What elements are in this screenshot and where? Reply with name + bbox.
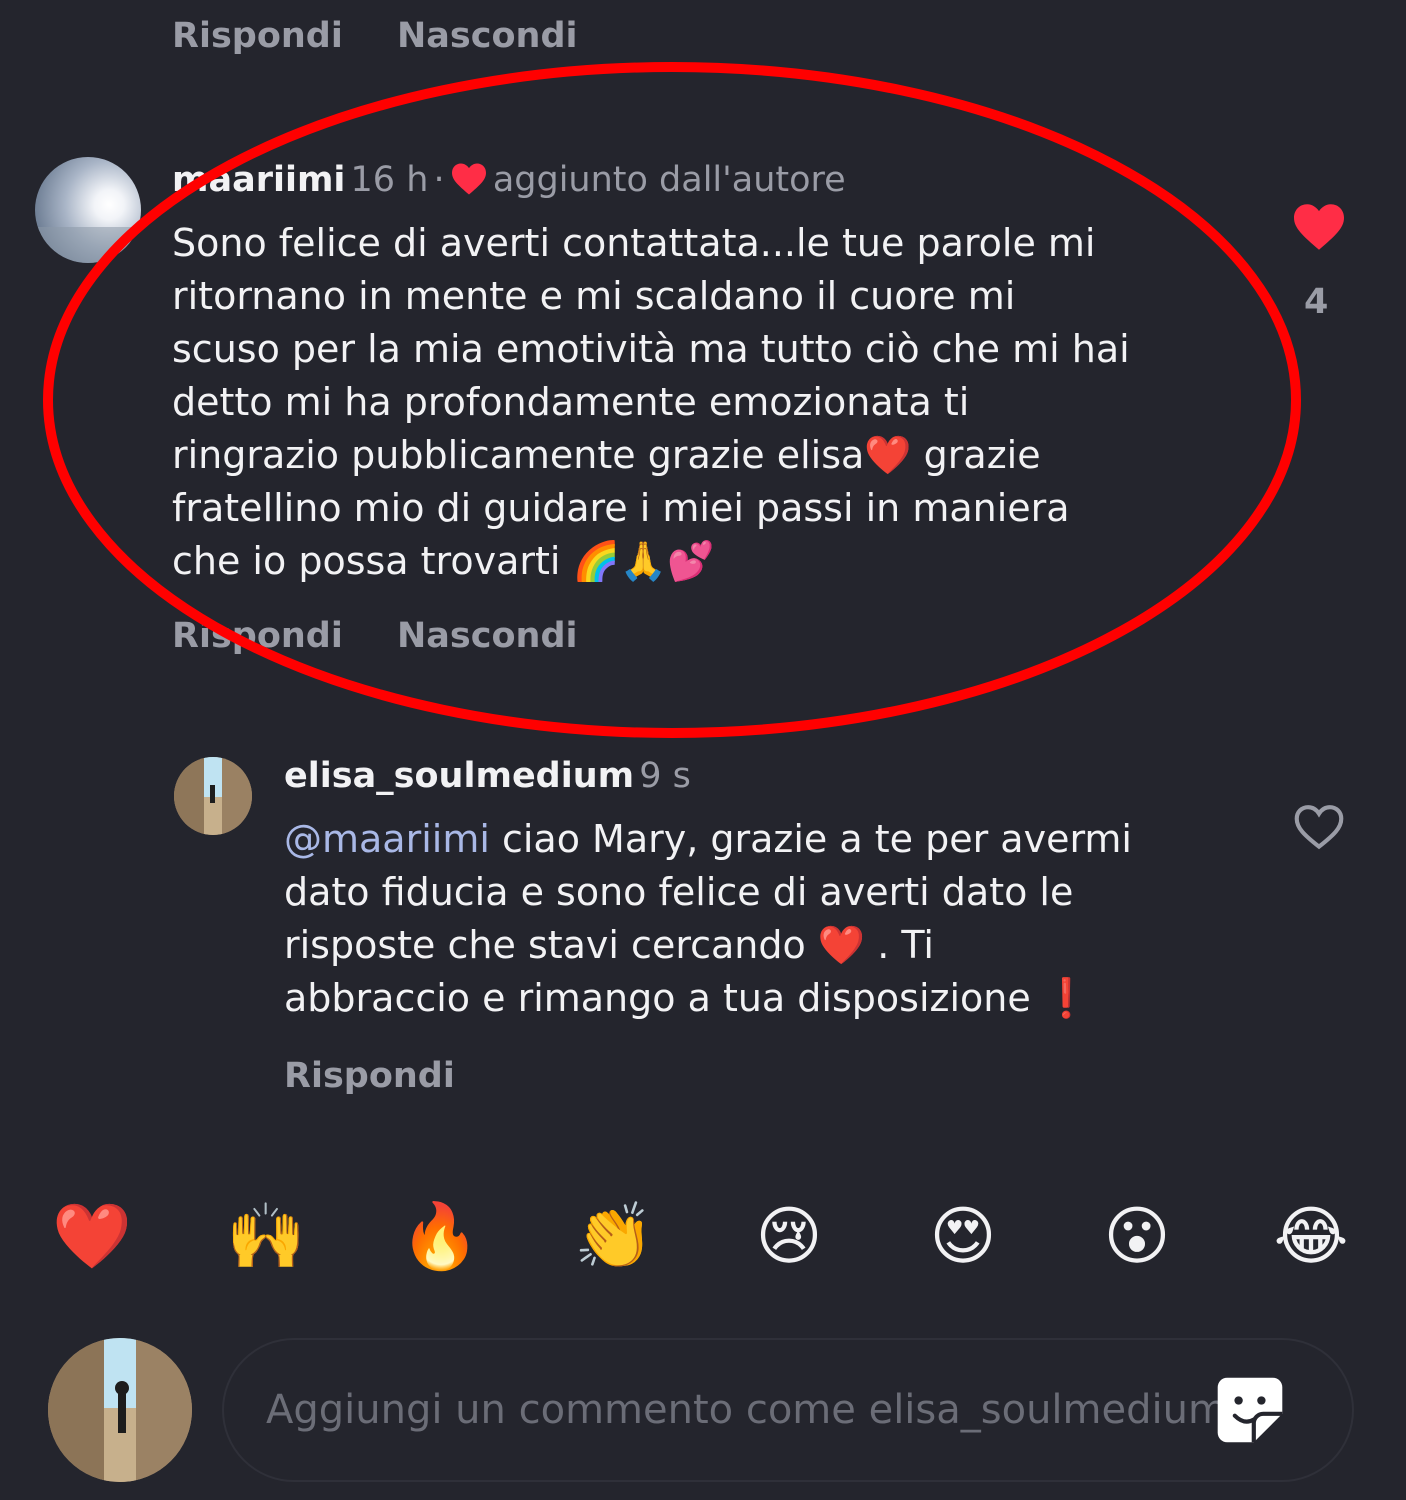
mention-link[interactable]: @maariimi: [284, 817, 490, 861]
sticker-icon[interactable]: [1212, 1372, 1288, 1448]
comment-input-placeholder: Aggiungi un commento come elisa_soulmedi…: [266, 1387, 1226, 1433]
replier-avatar[interactable]: [174, 757, 252, 835]
reaction-fire[interactable]: 🔥: [395, 1197, 485, 1277]
author-like-label: aggiunto dall'autore: [492, 160, 846, 200]
reaction-raised-hands[interactable]: 🙌: [221, 1197, 311, 1277]
hide-button[interactable]: Nascondi: [397, 616, 578, 656]
reaction-surprised[interactable]: 😮: [1092, 1197, 1182, 1277]
reaction-clap[interactable]: 👏: [569, 1197, 659, 1277]
heart-outline-icon[interactable]: [1292, 803, 1346, 851]
reply-button[interactable]: Rispondi: [172, 616, 343, 656]
like-count: 4: [1304, 282, 1329, 322]
reaction-laughing[interactable]: 😂: [1266, 1197, 1356, 1277]
comment-time: 16 h: [350, 160, 429, 200]
hide-button-previous[interactable]: Nascondi: [397, 16, 578, 56]
author-heart-icon: [450, 162, 488, 200]
comment-text: Sono felice di averti contattata...le tu…: [172, 221, 1130, 583]
avatar-image: [48, 1338, 192, 1482]
reaction-crying[interactable]: 😢: [744, 1197, 834, 1277]
meta-separator: ·: [433, 160, 445, 200]
reply-time: 9 s: [639, 756, 691, 796]
reply-button-previous[interactable]: Rispondi: [172, 16, 343, 56]
commenter-avatar[interactable]: [35, 157, 141, 263]
reply-header: elisa_soulmedium 9 s: [284, 756, 691, 796]
replier-username[interactable]: elisa_soulmedium: [284, 756, 634, 796]
avatar-image: [35, 157, 141, 263]
avatar-image: [174, 757, 252, 835]
like-heart-icon[interactable]: [1291, 202, 1347, 252]
current-user-avatar[interactable]: [48, 1338, 192, 1482]
reply-button-reply[interactable]: Rispondi: [284, 1056, 455, 1096]
commenter-username[interactable]: maariimi: [172, 160, 345, 200]
quick-reactions-bar: ❤️ 🙌 🔥 👏 😢 😍 😮 😂: [0, 1197, 1406, 1287]
comment-input[interactable]: Aggiungi un commento come elisa_soulmedi…: [222, 1338, 1354, 1482]
reaction-heart-eyes[interactable]: 😍: [918, 1197, 1008, 1277]
reaction-heart[interactable]: ❤️: [47, 1197, 137, 1277]
comment-header: maariimi 16 h · aggiunto dall'autore: [172, 160, 846, 200]
reply-text: @maariimi ciao Mary, grazie a te per ave…: [284, 813, 1264, 1025]
